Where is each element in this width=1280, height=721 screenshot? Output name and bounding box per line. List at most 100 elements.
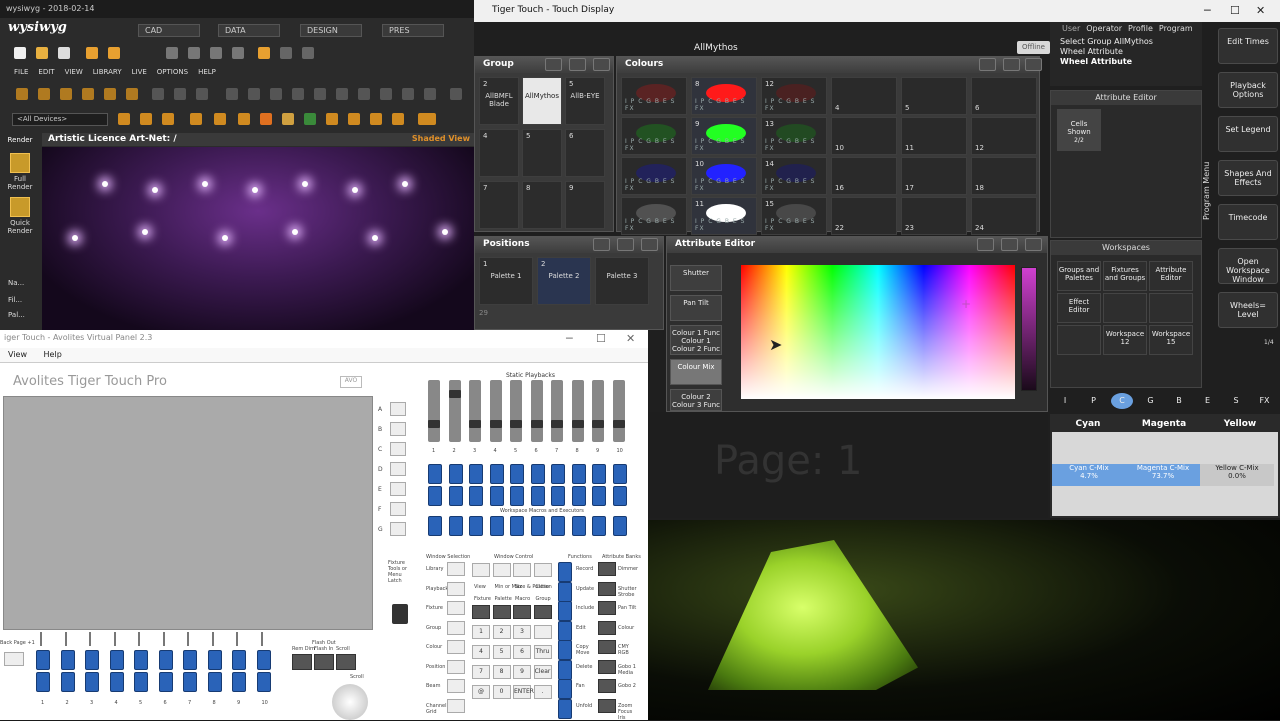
keypad-key[interactable]: 3 [513, 625, 531, 639]
group-cell[interactable]: 6 [565, 129, 605, 177]
tool-icon[interactable] [392, 113, 404, 125]
playback-button[interactable] [551, 464, 565, 484]
intensity-slider[interactable] [1021, 267, 1037, 391]
colour-palette-cell[interactable]: 8 I P C G B E S FX [691, 77, 757, 115]
snap-icon[interactable] [248, 88, 260, 100]
menu-help[interactable]: Help [44, 350, 62, 359]
colour-palette-cell[interactable]: 10 [831, 117, 897, 155]
undo-icon[interactable] [258, 47, 270, 59]
keypad-key[interactable]: 8 [492, 665, 511, 679]
executor-button[interactable] [390, 402, 406, 416]
keypad-key[interactable]: Thru [533, 645, 552, 659]
colour-palette-cell[interactable]: 17 [901, 157, 967, 195]
function-button[interactable] [558, 581, 572, 602]
mode-cad[interactable]: CAD [138, 24, 200, 37]
delete-icon[interactable] [232, 47, 244, 59]
workspace-macro-button[interactable] [612, 516, 627, 536]
playback-button[interactable] [530, 464, 545, 484]
colour-picker[interactable] [741, 265, 1015, 399]
fader-knob[interactable] [469, 420, 481, 428]
playback-button[interactable] [510, 486, 524, 506]
close-icon[interactable] [1025, 58, 1042, 71]
attribute-bank-button[interactable] [598, 640, 616, 654]
menu-live[interactable]: LIVE [132, 68, 147, 82]
side-item-fil[interactable]: Fil... [8, 296, 36, 304]
cyan-cmix-value[interactable]: Cyan C-Mix 4.7% [1052, 464, 1126, 486]
static-playback-fader[interactable] [612, 380, 625, 442]
playback-button[interactable] [60, 672, 75, 692]
selection-button[interactable] [513, 605, 531, 619]
snap-icon[interactable] [226, 88, 238, 100]
selection-button[interactable] [533, 605, 552, 619]
program-menu-button[interactable]: Set Legend [1218, 116, 1278, 152]
attribute-bank-button[interactable] [598, 601, 616, 615]
snap-icon[interactable] [380, 88, 392, 100]
window-select-button[interactable] [447, 659, 465, 674]
fader-knob[interactable] [592, 420, 604, 428]
tool-icon[interactable] [238, 113, 250, 125]
executor-button[interactable] [390, 502, 406, 516]
side-item-pal[interactable]: Pal... [8, 311, 36, 319]
playback-button[interactable] [612, 464, 627, 484]
tool-icon[interactable] [118, 113, 130, 125]
device-filter-select[interactable]: <All Devices> [12, 113, 108, 126]
colour-palette-cell[interactable]: 14 I P C G B E S FX [761, 157, 827, 195]
program-menu-button[interactable]: Wheels= Level [1218, 292, 1278, 328]
full-render-button[interactable]: Full Render [6, 153, 34, 191]
wire-cube-icon[interactable] [196, 88, 208, 100]
executor-button[interactable] [390, 462, 406, 476]
minimize-icon[interactable]: ─ [566, 332, 573, 345]
group-cell[interactable]: 5 [522, 129, 562, 177]
magenta-cmix-value[interactable]: Magenta C-Mix 73.7% [1126, 464, 1200, 486]
workspace-macro-button[interactable] [551, 516, 565, 536]
executor-button[interactable] [390, 522, 406, 536]
redo-icon[interactable] [280, 47, 292, 59]
keypad-key[interactable]: . [533, 685, 552, 699]
snap-icon[interactable] [358, 88, 370, 100]
colour-palette-cell[interactable]: 12 I P C G B E S FX [761, 77, 827, 115]
colour-palette-cell[interactable]: 16 [831, 157, 897, 195]
mode-data[interactable]: DATA [218, 24, 280, 37]
group-cell[interactable]: 7 [479, 181, 519, 229]
fader-knob[interactable] [448, 390, 461, 398]
static-playback-fader[interactable] [530, 380, 543, 442]
playback-button[interactable] [158, 672, 173, 692]
static-playback-fader[interactable] [571, 380, 584, 442]
function-button[interactable] [558, 640, 572, 660]
workspace-macro-button[interactable] [592, 516, 606, 536]
scroll-wheel-icon[interactable] [332, 684, 368, 720]
cube-icon[interactable] [126, 88, 138, 100]
wire-cube-icon[interactable] [174, 88, 186, 100]
static-playback-fader[interactable] [510, 380, 522, 442]
playback-button[interactable] [183, 672, 197, 692]
cube-icon[interactable] [16, 88, 28, 100]
position-cell[interactable]: 1 Palette 1 [479, 257, 533, 305]
keypad-key[interactable]: Clear [533, 665, 552, 679]
menu-view[interactable]: VIEW [65, 68, 83, 82]
keypad-key[interactable]: 2 [492, 625, 511, 639]
colour-palette-cell[interactable]: 4 [831, 77, 897, 115]
colour-palette-cell[interactable]: 12 [971, 117, 1037, 155]
keypad-key[interactable]: @ [472, 685, 490, 699]
rem-dim-button[interactable] [292, 654, 312, 670]
playback-button[interactable] [510, 464, 524, 484]
menu-file[interactable]: FILE [14, 68, 28, 82]
keypad-key[interactable]: 0 [492, 685, 511, 699]
workspace-macro-button[interactable] [448, 516, 463, 536]
side-item-na[interactable]: Na... [8, 279, 36, 287]
colour-palette-cell[interactable]: 22 [831, 197, 897, 235]
playback-button[interactable] [448, 486, 463, 506]
snap-icon[interactable] [402, 88, 414, 100]
playback-button[interactable] [612, 486, 627, 506]
colour-palette-cell[interactable]: 18 [971, 157, 1037, 195]
playback-button[interactable] [134, 650, 148, 670]
cone-icon[interactable] [282, 113, 294, 125]
colour-mix-button[interactable]: Colour Mix [670, 359, 722, 385]
quick-render-button[interactable]: Quick Render [6, 197, 34, 235]
playback-button[interactable] [207, 672, 222, 692]
playback-button[interactable] [109, 672, 124, 692]
playback-button[interactable] [448, 464, 463, 484]
selection-button[interactable] [472, 605, 490, 619]
snap-icon[interactable] [270, 88, 282, 100]
attribute-tab-e[interactable]: E [1197, 393, 1219, 409]
